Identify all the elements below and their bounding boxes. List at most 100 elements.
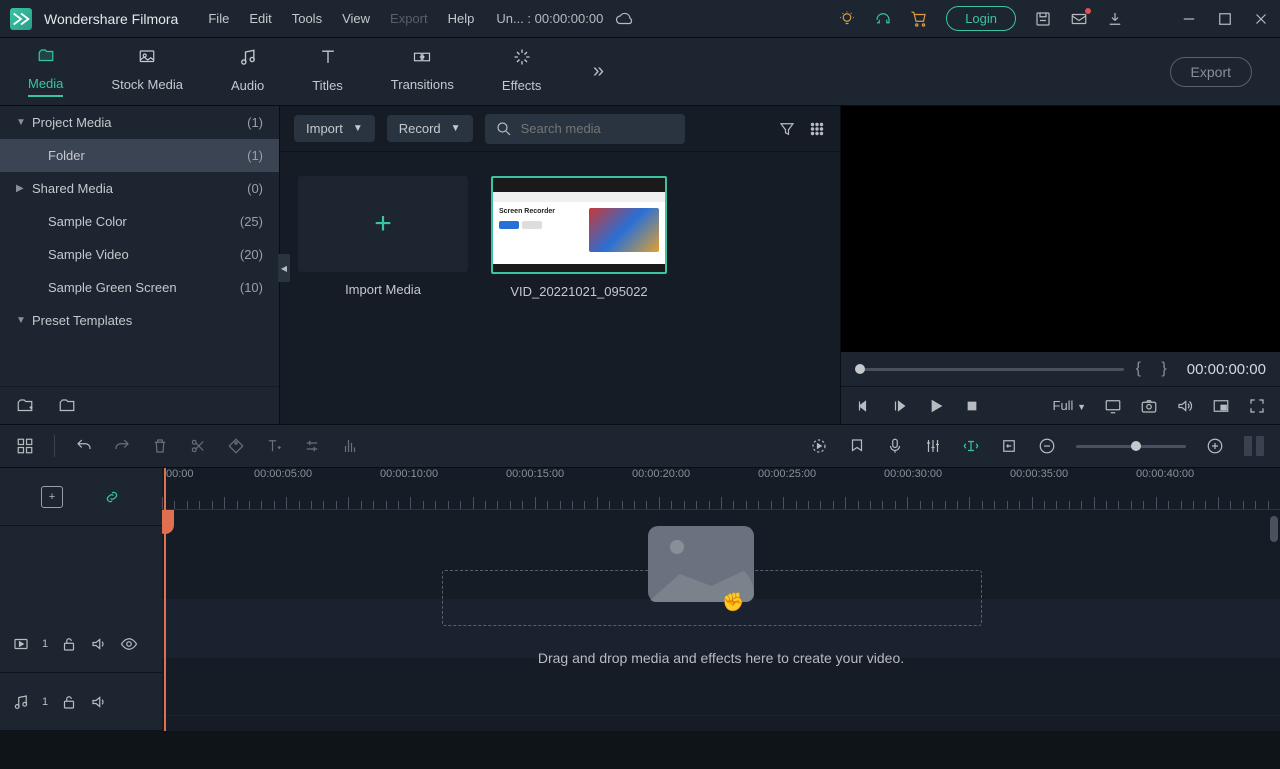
auto-icon[interactable]: [810, 437, 828, 455]
tab-label: Effects: [502, 78, 542, 93]
tab-stock-media[interactable]: Stock Media: [111, 48, 183, 96]
playhead[interactable]: [164, 468, 166, 731]
cloud-icon[interactable]: [615, 10, 633, 28]
snapshot-icon[interactable]: [1140, 397, 1158, 415]
tab-media[interactable]: Media: [28, 47, 63, 97]
sidebar-item-sample-color[interactable]: Sample Color (25): [0, 205, 279, 238]
export-button[interactable]: Export: [1170, 57, 1252, 87]
equalizer-icon[interactable]: [341, 437, 359, 455]
menu-file[interactable]: File: [208, 11, 229, 26]
media-clip[interactable]: Screen Recorder VID_20221021_095022: [494, 176, 664, 299]
track-height-icon[interactable]: [1244, 436, 1264, 456]
delete-icon[interactable]: [151, 437, 169, 455]
fullscreen-icon[interactable]: [1248, 397, 1266, 415]
stop-icon[interactable]: [963, 397, 981, 415]
mute-icon[interactable]: [90, 635, 108, 653]
add-track-button[interactable]: +: [41, 486, 63, 508]
undo-icon[interactable]: [75, 437, 93, 455]
sidebar-item-preset-templates[interactable]: ▼ Preset Templates: [0, 304, 279, 337]
mic-icon[interactable]: [886, 437, 904, 455]
mixer-icon[interactable]: [924, 437, 942, 455]
search-media[interactable]: [485, 114, 685, 144]
sidebar-item-folder[interactable]: Folder (1): [0, 139, 279, 172]
tab-titles[interactable]: Titles: [312, 47, 343, 97]
timeline-ruler[interactable]: 00:00 00:00:05:00 00:00:10:00 00:00:15:0…: [162, 468, 1280, 510]
prev-frame-icon[interactable]: [855, 397, 873, 415]
timeline-tracks[interactable]: 00:00 00:00:05:00 00:00:10:00 00:00:15:0…: [162, 468, 1280, 731]
menu-export[interactable]: Export: [390, 11, 428, 26]
adjust-icon[interactable]: [303, 437, 321, 455]
folder-icon[interactable]: [58, 397, 76, 415]
step-forward-icon[interactable]: [891, 397, 909, 415]
redo-icon[interactable]: [113, 437, 131, 455]
preview-screen[interactable]: [841, 106, 1280, 352]
search-icon: [495, 120, 513, 138]
grid-view-icon[interactable]: [808, 120, 826, 138]
menu-help[interactable]: Help: [448, 11, 475, 26]
layout-icon[interactable]: [16, 437, 34, 455]
zoom-slider[interactable]: [1076, 445, 1186, 448]
sidebar-item-project-media[interactable]: ▼ Project Media (1): [0, 106, 279, 139]
lock-icon[interactable]: [60, 635, 78, 653]
quality-selector[interactable]: Full ▼: [1053, 398, 1087, 413]
headset-icon[interactable]: [874, 10, 892, 28]
tab-effects[interactable]: Effects: [502, 47, 542, 97]
video-track-header[interactable]: 1: [0, 615, 162, 673]
tab-audio[interactable]: Audio: [231, 47, 264, 97]
tab-label: Titles: [312, 78, 343, 93]
volume-icon[interactable]: [1176, 397, 1194, 415]
split-icon[interactable]: [189, 437, 207, 455]
mail-icon[interactable]: [1070, 10, 1088, 28]
login-button[interactable]: Login: [946, 6, 1016, 31]
zoom-in-icon[interactable]: [1206, 437, 1224, 455]
more-tabs-icon[interactable]: »: [589, 63, 607, 81]
timeline-scrollbar[interactable]: [1270, 516, 1278, 542]
new-folder-icon[interactable]: [16, 397, 34, 415]
display-icon[interactable]: [1104, 397, 1122, 415]
filter-icon[interactable]: [778, 120, 796, 138]
sidebar-item-sample-video[interactable]: Sample Video (20): [0, 238, 279, 271]
cart-icon[interactable]: [910, 10, 928, 28]
app-name: Wondershare Filmora: [44, 11, 178, 27]
track-headers: + 1 1: [0, 468, 162, 731]
import-media-card[interactable]: + Import Media: [298, 176, 468, 297]
collapse-sidebar-icon[interactable]: ◀: [278, 254, 290, 282]
sidebar-item-shared-media[interactable]: ▶ Shared Media (0): [0, 172, 279, 205]
zoom-out-icon[interactable]: [1038, 437, 1056, 455]
menu-tools[interactable]: Tools: [292, 11, 322, 26]
main-menu: File Edit Tools View Export Help: [208, 11, 474, 26]
audio-track-row[interactable]: [162, 658, 1280, 716]
render-icon[interactable]: [962, 437, 980, 455]
crop-icon[interactable]: [1000, 437, 1018, 455]
tag-icon[interactable]: [227, 437, 245, 455]
search-input[interactable]: [521, 121, 675, 136]
lightbulb-icon[interactable]: [838, 10, 856, 28]
close-icon[interactable]: [1252, 10, 1270, 28]
marker-icon[interactable]: [848, 437, 866, 455]
sidebar-item-sample-green[interactable]: Sample Green Screen (10): [0, 271, 279, 304]
trim-brackets[interactable]: { }: [1136, 360, 1175, 378]
play-icon[interactable]: [927, 397, 945, 415]
lock-icon[interactable]: [60, 693, 78, 711]
image-icon: [136, 48, 158, 71]
preview-controls: Full ▼: [841, 386, 1280, 424]
minimize-icon[interactable]: [1180, 10, 1198, 28]
record-dropdown[interactable]: Record ▼: [387, 115, 473, 142]
menu-edit[interactable]: Edit: [249, 11, 271, 26]
save-icon[interactable]: [1034, 10, 1052, 28]
visibility-icon[interactable]: [120, 635, 138, 653]
pip-icon[interactable]: [1212, 397, 1230, 415]
import-dropdown[interactable]: Import ▼: [294, 115, 375, 142]
progress-slider[interactable]: [855, 368, 1124, 371]
clip-thumbnail[interactable]: Screen Recorder: [491, 176, 667, 274]
audio-track-header[interactable]: 1: [0, 673, 162, 731]
mute-icon[interactable]: [90, 693, 108, 711]
menu-view[interactable]: View: [342, 11, 370, 26]
chevron-down-icon: ▼: [451, 123, 461, 134]
download-icon[interactable]: [1106, 10, 1124, 28]
add-text-icon[interactable]: [265, 437, 283, 455]
tab-label: Audio: [231, 78, 264, 93]
tab-transitions[interactable]: Transitions: [391, 48, 454, 96]
maximize-icon[interactable]: [1216, 10, 1234, 28]
link-icon[interactable]: [103, 488, 121, 506]
